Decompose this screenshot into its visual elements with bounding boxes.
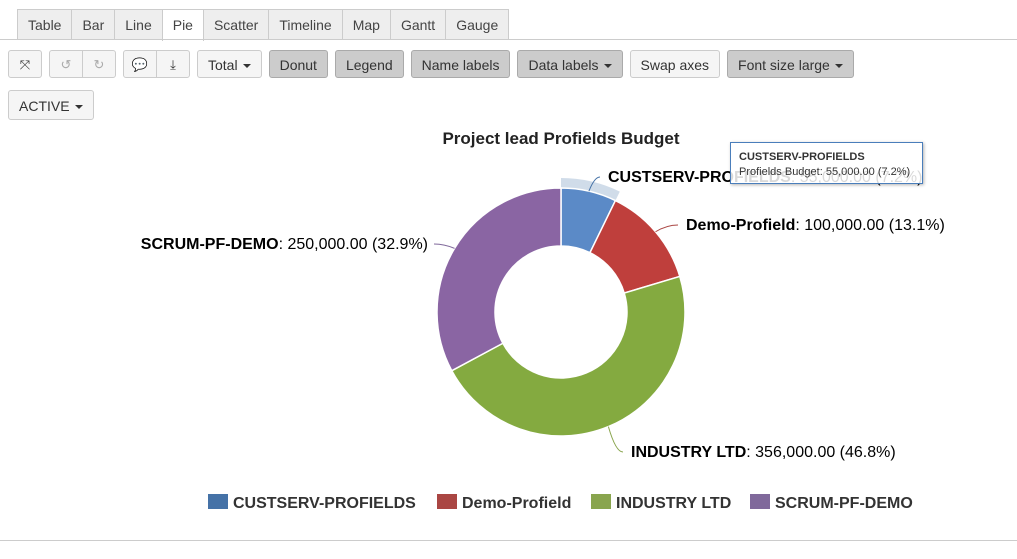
legend-swatch — [437, 494, 457, 509]
divider — [0, 540, 1017, 541]
legend-swatch — [208, 494, 228, 509]
data-label-name: SCRUM-PF-DEMO — [141, 236, 279, 253]
data-label-value: 100,000.00 (13.1%) — [804, 217, 945, 234]
data-label-name: INDUSTRY LTD — [631, 444, 746, 461]
chart-title: Project lead Profields Budget — [442, 129, 679, 148]
data-label-value: 250,000.00 (32.9%) — [287, 236, 428, 253]
connector-line — [433, 243, 455, 249]
legend-swatch — [750, 494, 770, 509]
data-label-name: Demo-Profield — [686, 217, 795, 234]
legend-item[interactable]: Demo-Profield — [462, 495, 571, 512]
data-label: INDUSTRY LTD: 356,000.00 (46.8%) — [631, 444, 896, 461]
data-label: Demo-Profield: 100,000.00 (13.1%) — [686, 217, 945, 234]
connector-line — [607, 426, 624, 453]
connector-line — [655, 224, 679, 233]
tooltip-text: Profields Budget: 55,000.00 (7.2%) — [739, 166, 911, 178]
tooltip: CUSTSERV-PROFIELDS Profields Budget: 55,0… — [730, 142, 923, 184]
data-label-value: 356,000.00 (46.8%) — [755, 444, 896, 461]
data-label-separator: : — [746, 444, 755, 461]
legend-item[interactable]: CUSTSERV-PROFIELDS — [233, 495, 416, 512]
data-label-separator: : — [795, 217, 804, 234]
donut-chart: Project lead Profields Budget CUSTSERV-PR… — [141, 129, 945, 512]
legend-swatch — [591, 494, 611, 509]
tooltip-title: CUSTSERV-PROFIELDS — [739, 151, 865, 163]
legend-item[interactable]: SCRUM-PF-DEMO — [775, 495, 913, 512]
data-label: SCRUM-PF-DEMO: 250,000.00 (32.9%) — [141, 236, 428, 253]
legend-item[interactable]: INDUSTRY LTD — [616, 495, 731, 512]
data-label-separator: : — [279, 236, 288, 253]
slice-scrum-pf-demo[interactable] — [436, 187, 562, 372]
